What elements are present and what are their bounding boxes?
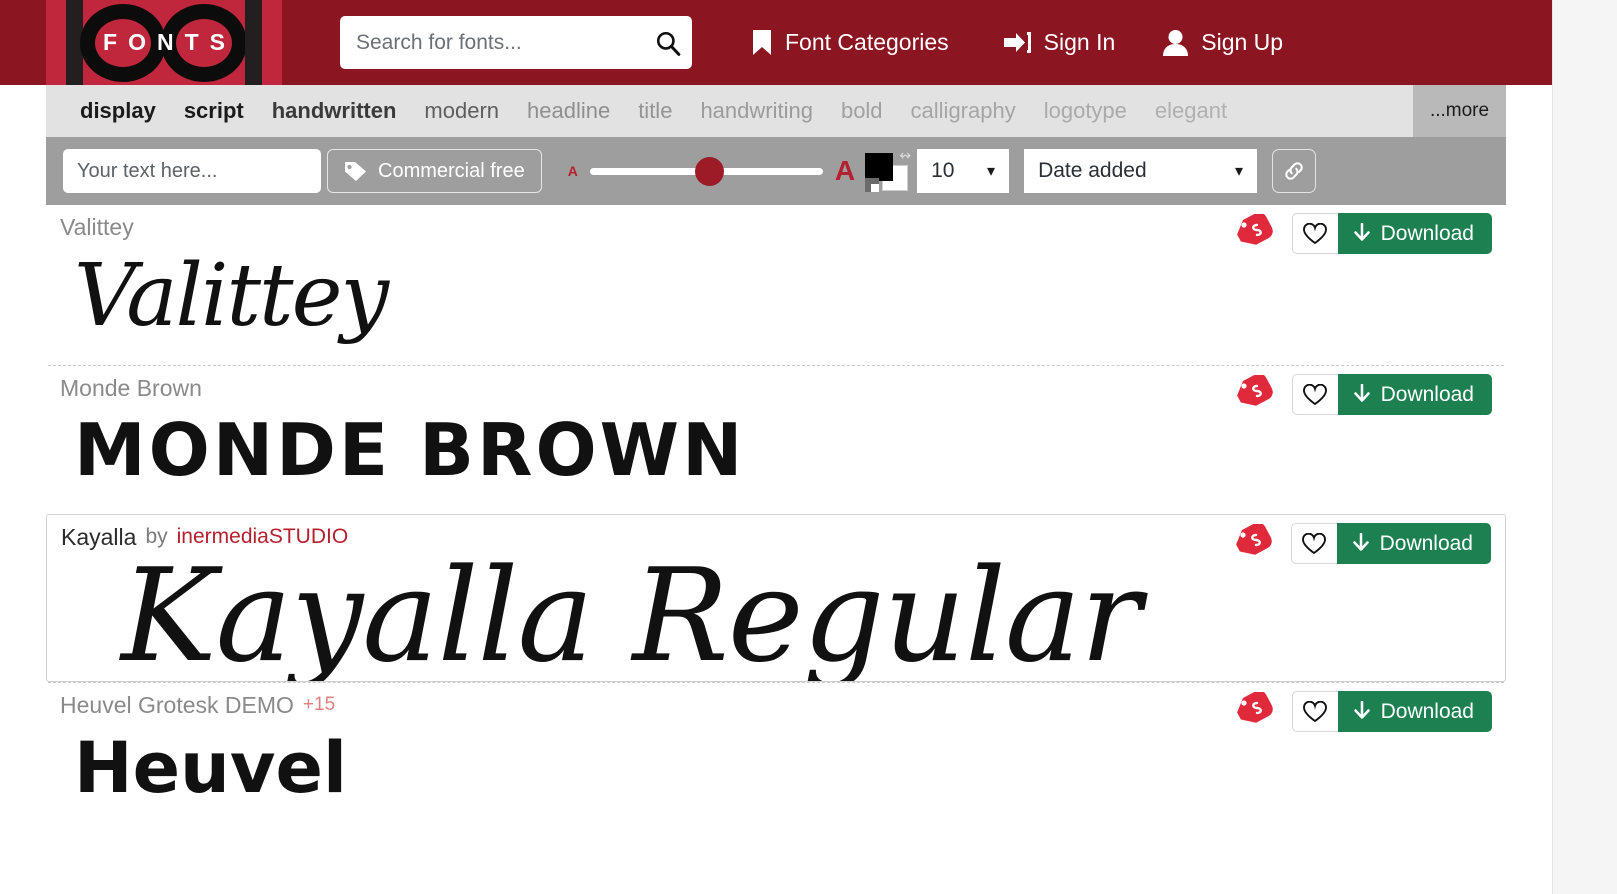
site-logo[interactable]: FONTS [46, 0, 282, 85]
font-variant-count-badge: +15 [302, 694, 336, 715]
font-row-actions: Download [1235, 690, 1492, 732]
favorite-button[interactable] [1290, 523, 1337, 564]
price-tag-icon[interactable] [1234, 522, 1272, 563]
category-tag-handwriting[interactable]: handwriting [686, 98, 827, 124]
download-icon [1353, 222, 1370, 241]
download-label: Download [1379, 531, 1473, 555]
logo-wordmark: FONTS [103, 29, 236, 55]
font-name[interactable]: Heuvel Grotesk DEMO [60, 692, 294, 719]
search-input[interactable] [340, 17, 643, 68]
chevron-down-icon: ▾ [987, 163, 996, 180]
search-icon [656, 31, 680, 56]
font-list-item[interactable]: Kayalla by inermediaSTUDIO Download Kaya… [46, 514, 1506, 682]
chevron-down-icon: ▾ [1235, 163, 1244, 180]
font-name[interactable]: Valittey [60, 214, 134, 241]
download-label: Download [1380, 221, 1474, 245]
link-icon [1285, 162, 1303, 180]
font-row-actions: Download [1234, 522, 1491, 564]
page-root: FONTS Font Categories Sign In [0, 0, 1552, 894]
bookmark-icon [753, 30, 771, 55]
font-list-item[interactable]: Heuvel Grotesk DEMO +15 Download Heuvel [46, 683, 1506, 803]
sign-in-icon [1003, 32, 1031, 53]
download-button[interactable]: Download [1337, 374, 1492, 415]
category-tag-modern[interactable]: modern [410, 98, 513, 124]
download-button[interactable]: Download [1337, 691, 1492, 732]
search-button[interactable] [643, 17, 692, 68]
user-icon [1163, 30, 1189, 56]
category-tag-logotype[interactable]: logotype [1030, 98, 1141, 124]
commercial-free-filter-button[interactable]: Commercial free [327, 149, 542, 193]
heart-icon [1302, 532, 1327, 554]
favorite-button[interactable] [1291, 691, 1338, 732]
favorite-button[interactable] [1291, 213, 1338, 254]
swap-colors-icon[interactable]: ↭ [899, 147, 911, 164]
font-size-slider-control: A A [568, 155, 855, 187]
color-picker-swatch[interactable]: ↭ [865, 147, 911, 192]
more-categories-button[interactable]: ...more [1413, 85, 1506, 137]
commercial-free-label: Commercial free [378, 159, 525, 182]
nav-sign-up[interactable]: Sign Up [1163, 29, 1283, 56]
price-tag-icon[interactable] [1235, 373, 1273, 414]
font-preview[interactable]: MONDE BROWN [60, 410, 1506, 514]
sort-order-select[interactable]: Date added ▾ [1024, 149, 1258, 193]
font-list-item[interactable]: Valittey Download Valittey [46, 205, 1506, 365]
nav-sign-in-label: Sign In [1043, 29, 1116, 55]
category-tag-calligraphy[interactable]: calligraphy [897, 98, 1030, 124]
font-preview[interactable]: Kayalla Regular [61, 553, 1505, 681]
category-tag-handwritten[interactable]: handwritten [258, 98, 411, 124]
category-tag-script[interactable]: script [170, 98, 258, 124]
download-label: Download [1380, 699, 1474, 723]
download-icon [1353, 383, 1370, 402]
nav-font-categories-label: Font Categories [785, 29, 949, 55]
tags-icon [345, 161, 366, 181]
heart-icon [1303, 700, 1328, 722]
font-name[interactable]: Monde Brown [60, 375, 202, 402]
price-tag-icon[interactable] [1235, 212, 1273, 253]
category-tag-display[interactable]: display [66, 98, 170, 124]
font-preview[interactable]: Valittey [60, 249, 1506, 365]
font-by-label: by [145, 525, 168, 548]
foreground-color-swatch[interactable] [865, 152, 894, 181]
font-size-slider[interactable] [589, 156, 823, 186]
download-button[interactable]: Download [1337, 213, 1492, 254]
download-icon [1353, 700, 1370, 719]
font-list-item[interactable]: Monde Brown Download MONDE BROWN [46, 366, 1506, 514]
nav-sign-in[interactable]: Sign In [1003, 29, 1116, 56]
download-label: Download [1380, 382, 1474, 406]
font-row-actions: Download [1235, 373, 1492, 415]
nav-sign-up-label: Sign Up [1201, 29, 1284, 55]
size-large-a-label: A [834, 155, 856, 186]
font-author[interactable]: inermediaSTUDIO [177, 525, 349, 549]
download-button[interactable]: Download [1336, 523, 1491, 564]
font-size-select[interactable]: 10 ▾ [917, 149, 1010, 193]
heart-icon [1303, 222, 1328, 244]
category-tag-title[interactable]: title [624, 98, 686, 124]
page-scrollbar[interactable] [1552, 0, 1617, 894]
logo-digit-one-right [245, 0, 262, 85]
category-tag-bar: display script handwritten modern headli… [46, 85, 1506, 137]
font-size-slider-thumb[interactable] [694, 156, 724, 186]
font-row-actions: Download [1235, 212, 1492, 254]
preview-toolbar: Commercial free A A ↭ 10 ▾ Date added ▾ [46, 137, 1506, 205]
preview-text-input[interactable] [63, 149, 321, 193]
font-size-select-value: 10 [931, 159, 955, 182]
font-name[interactable]: Kayalla [61, 524, 136, 551]
category-tag-headline[interactable]: headline [513, 98, 624, 124]
size-small-a-label: A [567, 163, 578, 179]
sort-order-select-value: Date added [1038, 159, 1147, 182]
price-tag-icon[interactable] [1235, 690, 1273, 731]
category-tag-elegant[interactable]: elegant [1141, 98, 1241, 124]
heart-icon [1303, 383, 1328, 405]
nav-font-categories[interactable]: Font Categories [752, 29, 949, 56]
favorite-button[interactable] [1291, 374, 1338, 415]
category-tag-bold[interactable]: bold [827, 98, 897, 124]
share-link-button[interactable] [1272, 149, 1317, 193]
font-preview[interactable]: Heuvel [60, 727, 1506, 803]
download-icon [1352, 532, 1369, 551]
category-tag-list: display script handwritten modern headli… [46, 98, 1241, 124]
reset-colors-icon[interactable] [865, 177, 880, 192]
site-header: FONTS Font Categories Sign In [0, 0, 1552, 85]
search-box[interactable] [340, 16, 692, 69]
font-list: Valittey Download Valittey Monde Brown D… [46, 205, 1506, 803]
